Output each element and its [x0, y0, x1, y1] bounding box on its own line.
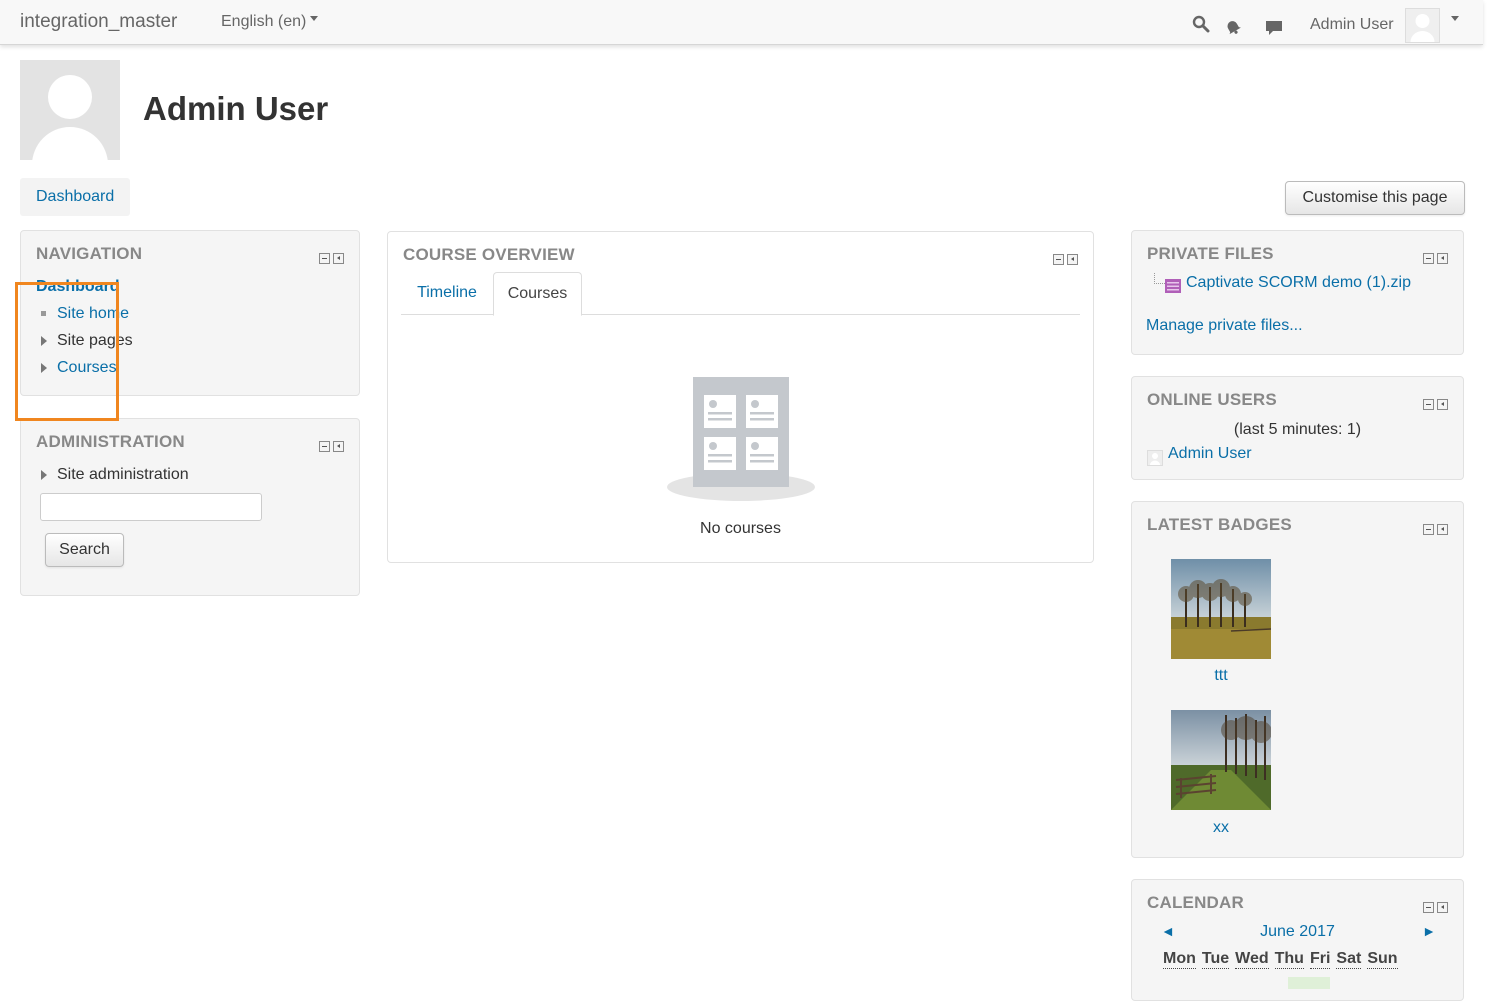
- user-avatar[interactable]: [1405, 8, 1440, 43]
- hide-block-icon[interactable]: [319, 441, 330, 452]
- block-controls: [316, 251, 344, 269]
- tree-line: [1154, 273, 1165, 284]
- user-menu-chevron-icon[interactable]: [1451, 16, 1459, 21]
- tab-courses[interactable]: Courses: [493, 272, 582, 316]
- next-month-arrow-icon[interactable]: ►: [1422, 923, 1436, 939]
- bell-icon[interactable]: [1224, 18, 1242, 36]
- customise-page-button[interactable]: Customise this page: [1285, 181, 1465, 215]
- weekday-label: Fri: [1309, 950, 1331, 969]
- online-users-block: ONLINE USERS (last 5 minutes: 1) Admin U…: [1131, 376, 1464, 480]
- latest-badges-title: LATEST BADGES: [1147, 515, 1292, 534]
- dock-block-icon[interactable]: [333, 441, 344, 452]
- dock-block-icon[interactable]: [1437, 253, 1448, 264]
- language-menu[interactable]: English (en): [221, 13, 319, 31]
- hide-block-icon[interactable]: [1423, 253, 1434, 264]
- block-controls: [1420, 251, 1448, 269]
- weekday-label: Sat: [1336, 950, 1362, 969]
- private-file-link[interactable]: Captivate SCORM demo (1).zip: [1186, 274, 1411, 292]
- no-courses-text: No courses: [700, 520, 781, 537]
- block-controls: [1050, 252, 1078, 270]
- course-overview-block: COURSE OVERVIEW Timeline Courses No cour…: [387, 231, 1094, 563]
- weekday-label: Sun: [1367, 950, 1398, 969]
- breadcrumb: Dashboard: [20, 178, 130, 216]
- hide-block-icon[interactable]: [1423, 902, 1434, 913]
- calendar-title: CALENDAR: [1147, 893, 1244, 912]
- weekday-label: Mon: [1163, 950, 1196, 969]
- calendar-weekdays: Mon Tue Wed Thu Fri Sat Sun: [1163, 950, 1404, 969]
- hide-block-icon[interactable]: [1423, 399, 1434, 410]
- block-controls: [1420, 397, 1448, 415]
- badge-name-link[interactable]: ttt: [1132, 667, 1310, 685]
- dock-block-icon[interactable]: [1437, 902, 1448, 913]
- breadcrumb-dashboard-link[interactable]: Dashboard: [36, 188, 114, 206]
- hide-block-icon[interactable]: [1053, 254, 1064, 265]
- course-overview-tabs: Timeline Courses: [401, 272, 1080, 316]
- dock-block-icon[interactable]: [1067, 254, 1078, 265]
- administration-block: ADMINISTRATION Site administration Searc…: [20, 418, 360, 596]
- page-title: Admin User: [143, 90, 329, 127]
- admin-search-input[interactable]: [40, 493, 262, 521]
- badge-image[interactable]: [1171, 559, 1272, 659]
- weekday-label: Wed: [1235, 950, 1269, 969]
- block-controls: [1420, 900, 1448, 918]
- nav-item-label: Site administration: [57, 466, 189, 483]
- weekday-label: Tue: [1201, 950, 1230, 969]
- private-files-block: PRIVATE FILES Captivate SCORM demo (1).z…: [1131, 230, 1464, 355]
- manage-private-files-link[interactable]: Manage private files...: [1146, 317, 1303, 335]
- online-users-title: ONLINE USERS: [1147, 390, 1277, 409]
- administration-block-title: ADMINISTRATION: [36, 432, 185, 451]
- private-files-title: PRIVATE FILES: [1147, 244, 1274, 263]
- calendar-block: CALENDAR ◄ June 2017 ► Mon Tue Wed Thu Fri Sa…: [1131, 879, 1464, 1001]
- dock-block-icon[interactable]: [1437, 399, 1448, 410]
- search-icon[interactable]: [1192, 15, 1210, 33]
- top-navbar: integration_master English (en) Admin Us…: [0, 0, 1483, 45]
- online-user-link[interactable]: Admin User: [1168, 445, 1252, 463]
- user-avatar-small: [1147, 450, 1163, 470]
- tab-timeline[interactable]: Timeline: [401, 272, 493, 314]
- today-highlight: [1288, 977, 1330, 989]
- no-courses-illustration: [666, 377, 816, 502]
- site-name-link[interactable]: integration_master: [20, 11, 177, 33]
- highlight-box: [15, 282, 119, 421]
- weekday-label: Thu: [1274, 950, 1304, 969]
- expand-arrow-icon: [41, 470, 47, 480]
- dock-block-icon[interactable]: [333, 253, 344, 264]
- archive-file-icon: [1165, 279, 1181, 298]
- language-label: English (en): [221, 13, 307, 30]
- badge-name-link[interactable]: xx: [1132, 819, 1310, 837]
- online-users-period: (last 5 minutes: 1): [1233, 421, 1362, 438]
- profile-picture: [20, 60, 120, 160]
- navigation-block-title: NAVIGATION: [36, 244, 143, 263]
- block-controls: [316, 439, 344, 457]
- chevron-down-icon: [310, 16, 319, 22]
- user-menu-name[interactable]: Admin User: [1310, 16, 1394, 34]
- block-controls: [1420, 522, 1448, 540]
- calendar-month-link[interactable]: June 2017: [1147, 923, 1448, 941]
- latest-badges-block: LATEST BADGES ttt xx: [1131, 501, 1464, 858]
- hide-block-icon[interactable]: [1423, 524, 1434, 535]
- admin-search-button[interactable]: Search: [45, 533, 124, 567]
- badge-image[interactable]: [1171, 710, 1272, 810]
- chat-icon[interactable]: [1265, 19, 1283, 37]
- dock-block-icon[interactable]: [1437, 524, 1448, 535]
- course-overview-title: COURSE OVERVIEW: [403, 245, 575, 264]
- hide-block-icon[interactable]: [319, 253, 330, 264]
